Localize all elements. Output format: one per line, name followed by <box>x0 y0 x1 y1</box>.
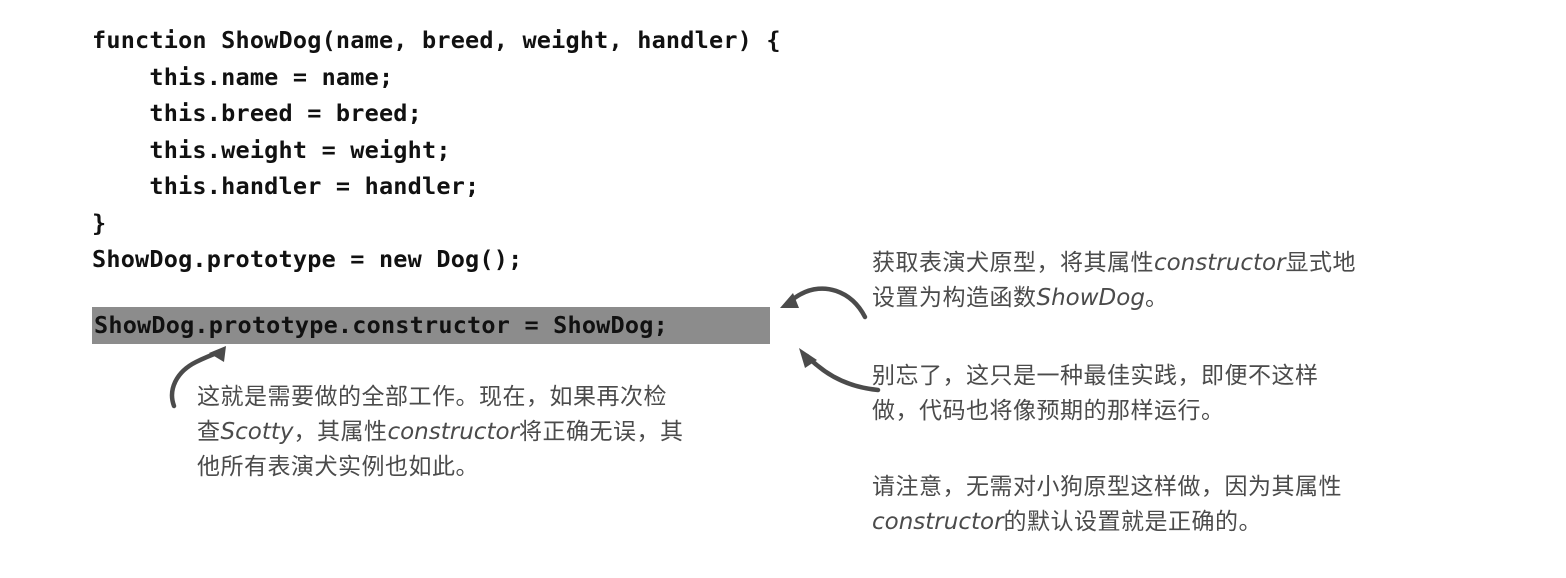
annotation-line: 他所有表演犬实例也如此。 <box>197 454 479 480</box>
annotation-right-bottom: 请注意，无需对小狗原型这样做，因为其属性 constructor的默认设置就是正… <box>872 470 1442 540</box>
highlighted-code-line: ShowDog.prototype.constructor = ShowDog; <box>92 307 770 344</box>
annotation-line: 请注意，无需对小狗原型这样做，因为其属性 <box>872 474 1342 500</box>
code-line: this.breed = breed; <box>92 99 423 127</box>
annotation-line: constructor的默认设置就是正确的。 <box>872 509 1263 535</box>
code-listing: function ShowDog(name, breed, weight, ha… <box>92 22 792 278</box>
annotation-line: 获取表演犬原型，将其属性constructor显式地 <box>872 250 1357 276</box>
code-line: } <box>92 208 107 237</box>
annotation-line: 别忘了，这只是一种最佳实践，即便不这样 <box>872 363 1319 389</box>
curved-arrow-upleft-icon <box>799 348 881 393</box>
annotation-right-middle: 别忘了，这只是一种最佳实践，即便不这样 做，代码也将像预期的那样运行。 <box>872 359 1432 429</box>
annotation-right-top: 获取表演犬原型，将其属性constructor显式地 设置为构造函数ShowDo… <box>872 246 1442 316</box>
code-line: function ShowDog(name, breed, weight, ha… <box>92 26 781 54</box>
code-line: this.weight = weight; <box>92 135 451 164</box>
annotation-line: 做，代码也将像预期的那样运行。 <box>872 398 1225 424</box>
code-annotation-figure: function ShowDog(name, breed, weight, ha… <box>0 0 1566 578</box>
code-line: ShowDog.prototype = new Dog(); <box>92 245 523 273</box>
curved-arrow-left-icon <box>780 286 868 320</box>
annotation-left: 这就是需要做的全部工作。现在，如果再次检 查Scotty，其属性construc… <box>197 380 777 485</box>
annotation-line: 这就是需要做的全部工作。现在，如果再次检 <box>197 384 667 410</box>
annotation-line: 设置为构造函数ShowDog。 <box>872 285 1169 311</box>
code-line-text: ShowDog.prototype.constructor = ShowDog; <box>94 311 668 339</box>
code-line: this.handler = handler; <box>92 172 480 200</box>
code-line: this.name = name; <box>92 62 394 91</box>
annotation-line: 查Scotty，其属性constructor将正确无误，其 <box>197 419 684 445</box>
